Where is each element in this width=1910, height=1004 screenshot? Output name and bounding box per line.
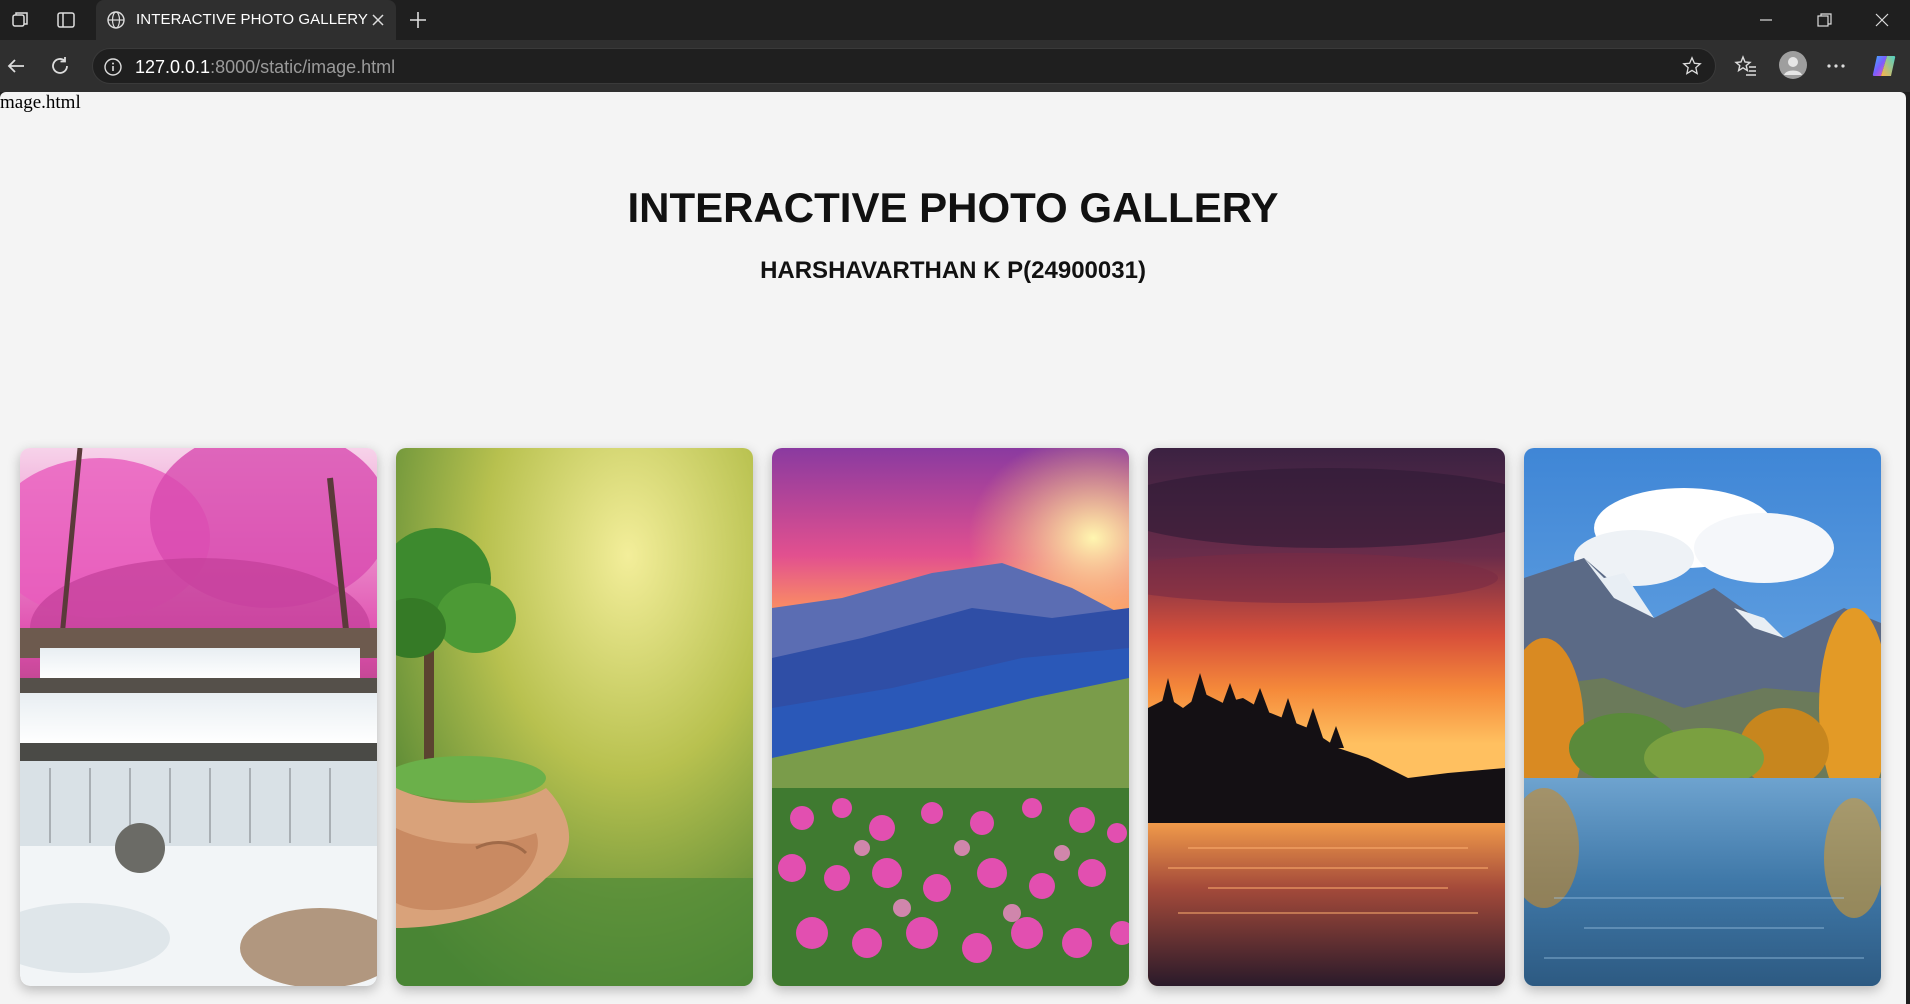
back-icon[interactable] [4,54,28,78]
photo-gallery [20,448,1882,986]
gallery-image-lake-sunset[interactable] [1148,448,1505,986]
star-icon[interactable] [1681,55,1703,77]
copilot-icon[interactable] [1870,52,1898,80]
refresh-icon[interactable] [48,54,72,78]
globe-icon [106,10,126,30]
page-title: INTERACTIVE PHOTO GALLERY [627,184,1279,231]
gallery-image-autumn-mountain-lake[interactable] [1524,448,1881,986]
url-text[interactable]: 127.0.0.1:8000/static/image.html [135,57,395,78]
favorites-icon[interactable] [1734,54,1758,78]
page-subtitle: HARSHAVARTHAN K P(24900031) [760,257,1146,284]
close-icon[interactable] [368,10,388,30]
restore-icon[interactable] [1812,8,1836,32]
new-tab-icon[interactable] [406,8,430,32]
profile-icon[interactable] [1778,50,1808,80]
navigation-bar: 127.0.0.1:8000/static/image.html [0,40,1910,92]
info-icon[interactable] [103,57,123,77]
address-bar[interactable]: 127.0.0.1:8000/static/image.html [92,48,1716,84]
tab-active[interactable]: INTERACTIVE PHOTO GALLERY [96,0,396,40]
workspaces-icon[interactable] [8,8,32,32]
tab-actions-icon[interactable] [54,8,78,32]
minimize-icon[interactable] [1754,8,1778,32]
more-icon[interactable] [1824,54,1848,78]
page-viewport: mage.html INTERACTIVE PHOTO GALLERY HARS… [0,92,1906,1004]
gallery-image-mountain-sunset-flowers[interactable] [772,448,1129,986]
gallery-image-pink-forest-waterfall[interactable] [20,448,377,986]
window-close-icon[interactable] [1870,8,1894,32]
file-name-text: mage.html [0,92,81,113]
title-bar: INTERACTIVE PHOTO GALLERY [0,0,1910,40]
tab-title: INTERACTIVE PHOTO GALLERY [136,11,369,28]
gallery-image-tree-in-hands[interactable] [396,448,753,986]
